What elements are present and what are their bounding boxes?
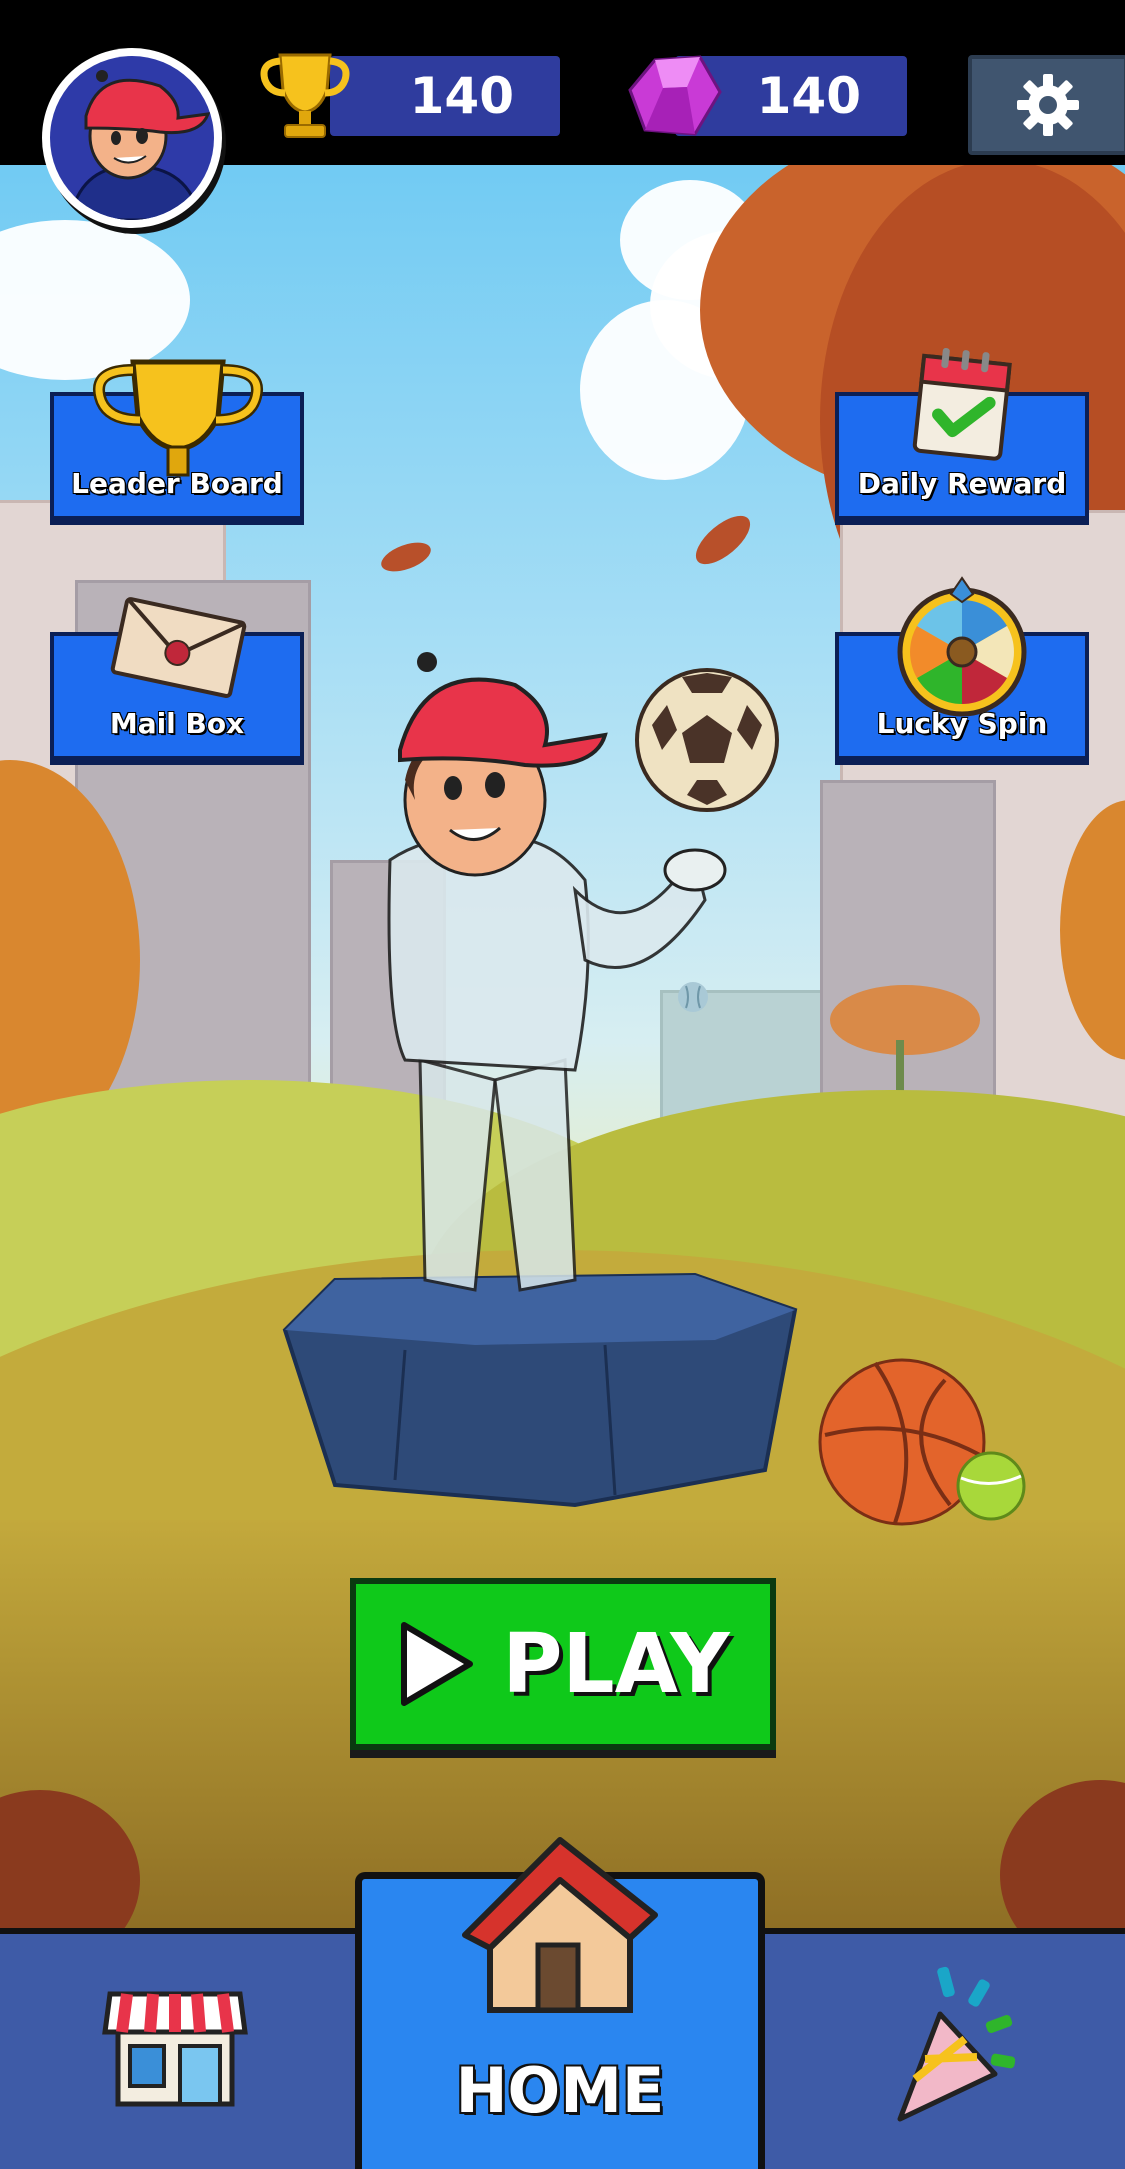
play-triangle-icon	[401, 1622, 474, 1706]
trophy-counter: 140	[330, 56, 560, 136]
nav-shop-button[interactable]	[0, 1934, 355, 2169]
soccer-ball	[635, 668, 779, 812]
trophy-icon	[260, 53, 350, 138]
play-button[interactable]: PLAY	[350, 1578, 776, 1750]
mailbox-label: Mail Box	[109, 707, 245, 740]
baseball	[678, 982, 708, 1012]
avatar-boy-icon	[68, 70, 211, 220]
nav-events-button[interactable]	[765, 1934, 1125, 2169]
tennis-ball	[956, 1451, 1026, 1521]
calendar-check-icon	[912, 347, 1012, 461]
gem-count: 140	[756, 67, 861, 125]
trophy-count: 140	[409, 67, 514, 125]
gear-icon	[1017, 74, 1079, 136]
gem-icon	[628, 55, 722, 136]
avatar-portrait	[50, 56, 214, 220]
prize-wheel-icon	[897, 576, 1027, 717]
party-popper-icon	[897, 1966, 1016, 2122]
shop-icon	[102, 1991, 248, 2107]
play-label: PLAY	[502, 1616, 730, 1712]
small-tree	[830, 985, 980, 1055]
settings-button[interactable]	[968, 55, 1125, 155]
nav-home-label: HOME	[455, 2054, 665, 2127]
house-icon	[462, 1837, 658, 2013]
trophy-icon	[93, 359, 263, 477]
mail-envelope-icon	[110, 597, 247, 698]
player-avatar[interactable]	[42, 48, 222, 228]
